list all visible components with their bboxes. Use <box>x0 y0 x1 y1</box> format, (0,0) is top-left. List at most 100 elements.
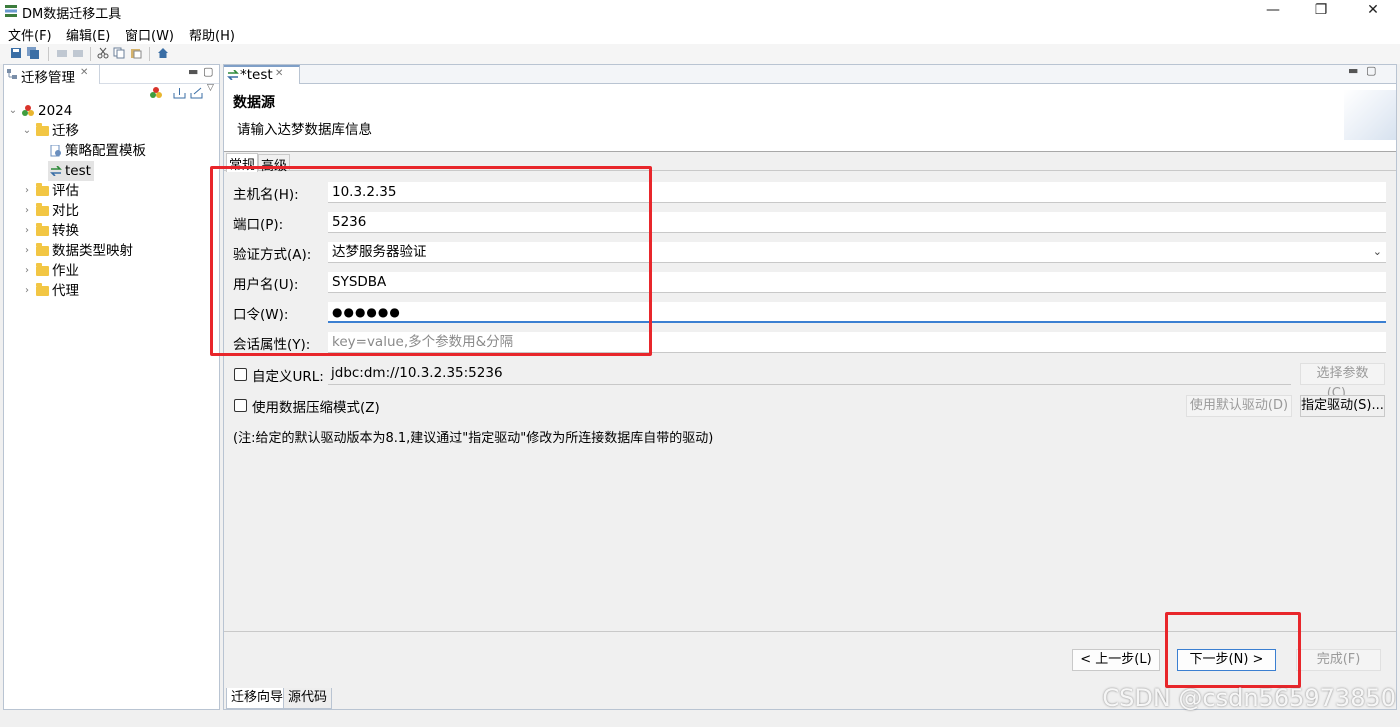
finish-button[interactable]: 完成(F) <box>1296 649 1381 671</box>
toolbar-separator <box>149 47 150 61</box>
left-tab-label: 迁移管理 <box>21 70 75 86</box>
compress-checkbox[interactable] <box>234 399 247 412</box>
tree-label: 策略配置模板 <box>65 143 146 159</box>
tree-label: test <box>65 163 91 179</box>
folder-icon <box>36 123 49 136</box>
minimize-panel-icon[interactable]: ▬ <box>188 65 198 78</box>
minimize-editor-icon[interactable]: ▬ <box>1348 64 1358 77</box>
tree-node-jobs[interactable]: › 作业 <box>22 261 212 281</box>
close-button[interactable]: ✕ <box>1350 0 1396 22</box>
tree-node-migration[interactable]: ⌄ 迁移 <box>22 121 212 141</box>
tree-view-icon <box>7 69 17 79</box>
paste-icon[interactable] <box>130 47 142 59</box>
close-tab-icon[interactable]: ✕ <box>275 68 283 79</box>
save-icon[interactable] <box>10 47 22 59</box>
watermark: CSDN @csdn565973850 <box>1102 684 1396 712</box>
redo-icon[interactable] <box>72 47 84 59</box>
driver-note: (注:给定的默认驱动版本为8.1,建议通过"指定驱动"修改为所连接数据库自带的驱… <box>233 431 714 446</box>
custom-url-field[interactable]: jdbc:dm://10.3.2.35:5236 <box>328 363 1291 385</box>
toolbar-separator <box>90 47 91 61</box>
collapse-arrow-icon[interactable]: › <box>22 221 32 241</box>
folder-icon <box>36 243 49 256</box>
folder-icon <box>36 183 49 196</box>
collapse-arrow-icon[interactable]: › <box>22 241 32 261</box>
collapse-arrow-icon[interactable]: › <box>22 201 32 221</box>
left-panel-tabbar: 迁移管理 ✕ ▬ ▢ <box>4 65 219 86</box>
restore-button[interactable]: ❐ <box>1298 0 1344 22</box>
toolbar-separator <box>48 47 49 61</box>
tree-node-assess[interactable]: › 评估 <box>22 181 212 201</box>
migration-manager-panel: 迁移管理 ✕ ▬ ▢ ▽ ⌄ 2024 ⌄ 迁移 策略配置模板 test › 评… <box>3 64 220 710</box>
migration-task-icon <box>50 166 62 176</box>
chevron-down-icon[interactable]: ⌄ <box>1373 242 1382 262</box>
folder-icon <box>36 283 49 296</box>
app-logo-icon <box>5 5 17 17</box>
menu-window[interactable]: 窗口(W) <box>125 25 174 44</box>
close-tab-icon[interactable]: ✕ <box>80 67 88 78</box>
highlight-box-connection-fields <box>210 166 652 356</box>
custom-url-label: 自定义URL: <box>252 369 324 385</box>
expand-arrow-icon[interactable]: ⌄ <box>8 101 18 121</box>
tab-source-code[interactable]: 源代码 <box>283 688 333 709</box>
tree-node-test-selected[interactable]: test <box>48 161 94 181</box>
custom-url-checkbox[interactable] <box>234 368 247 381</box>
tree-label: 迁移 <box>52 123 79 139</box>
tree-node-compare[interactable]: › 对比 <box>22 201 212 221</box>
tree-node-strategy-template[interactable]: 策略配置模板 <box>48 141 198 161</box>
undo-icon[interactable] <box>56 47 68 59</box>
wizard-title: 数据源 <box>233 95 275 111</box>
tree-node-convert[interactable]: › 转换 <box>22 221 212 241</box>
collapse-arrow-icon[interactable]: › <box>22 281 32 301</box>
import-icon[interactable] <box>173 87 186 99</box>
cut-icon[interactable] <box>97 47 109 59</box>
header-banner-decoration <box>1344 90 1396 140</box>
folder-icon <box>36 263 49 276</box>
wizard-header: 数据源 请输入达梦数据库信息 <box>224 84 1396 152</box>
tab-test[interactable]: *test ✕ <box>224 65 300 84</box>
toolbar <box>0 44 1400 64</box>
save-all-icon[interactable] <box>27 47 39 59</box>
menu-help[interactable]: 帮助(H) <box>189 25 235 44</box>
collapse-arrow-icon[interactable]: › <box>22 261 32 281</box>
tree-node-agent[interactable]: › 代理 <box>22 281 212 301</box>
menu-bar: 文件(F) 编辑(E) 窗口(W) 帮助(H) <box>0 22 1400 44</box>
folder-icon <box>36 203 49 216</box>
tab-migration-manager[interactable]: 迁移管理 ✕ <box>4 65 100 86</box>
default-driver-button[interactable]: 使用默认驱动(D) <box>1186 395 1292 417</box>
folder-icon <box>36 223 49 236</box>
tree-label: 转换 <box>52 223 79 239</box>
wizard-subtitle: 请输入达梦数据库信息 <box>237 122 372 138</box>
window-title: DM数据迁移工具 <box>22 7 122 22</box>
menu-edit[interactable]: 编辑(E) <box>66 25 110 44</box>
tree-label: 数据类型映射 <box>52 243 133 259</box>
tree-label: 代理 <box>52 283 79 299</box>
view-menu-icon[interactable]: ▽ <box>207 83 214 93</box>
tree-label: 作业 <box>52 263 79 279</box>
select-params-button[interactable]: 选择参数(C)... <box>1300 363 1385 401</box>
tree-node-type-mapping[interactable]: › 数据类型映射 <box>22 241 212 261</box>
minimize-button[interactable]: — <box>1250 0 1296 22</box>
title-bar: DM数据迁移工具 — ❐ ✕ <box>0 0 1400 22</box>
tab-migration-wizard[interactable]: 迁移向导 <box>226 688 289 709</box>
compress-label: 使用数据压缩模式(Z) <box>252 400 380 416</box>
editor-tabbar: *test ✕ ▬ ▢ <box>224 64 1396 84</box>
expand-arrow-icon[interactable]: ⌄ <box>22 121 32 141</box>
migration-task-icon <box>227 70 239 80</box>
template-icon <box>50 145 61 157</box>
editor-tab-label: *test <box>240 67 273 83</box>
connect-icon[interactable] <box>150 87 162 99</box>
copy-icon[interactable] <box>113 47 125 59</box>
dm-server-icon <box>22 105 34 116</box>
home-icon[interactable] <box>157 47 169 59</box>
collapse-arrow-icon[interactable]: › <box>22 181 32 201</box>
back-button[interactable]: < 上一步(L) <box>1072 649 1160 671</box>
specify-driver-button[interactable]: 指定驱动(S)... <box>1300 395 1385 417</box>
maximize-editor-icon[interactable]: ▢ <box>1366 64 1376 77</box>
tree-node-2024[interactable]: ⌄ 2024 <box>8 101 208 121</box>
export-icon[interactable] <box>190 87 203 99</box>
highlight-box-next-button <box>1165 612 1301 688</box>
menu-file[interactable]: 文件(F) <box>8 25 52 44</box>
maximize-panel-icon[interactable]: ▢ <box>203 65 213 78</box>
tree-label: 评估 <box>52 183 79 199</box>
tree-label: 对比 <box>52 203 79 219</box>
